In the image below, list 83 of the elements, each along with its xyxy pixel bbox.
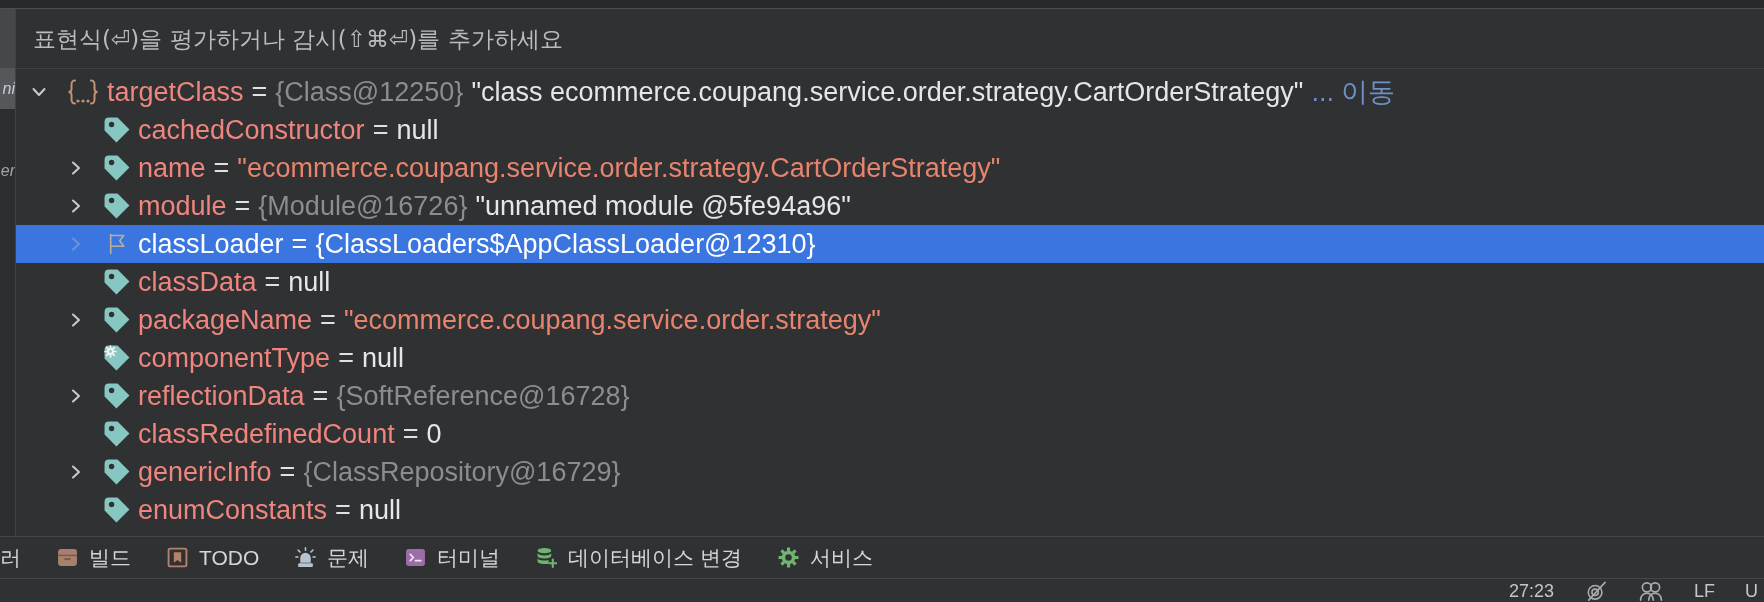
tool-window-button[interactable]: 데이터베이스 변경 (536, 543, 743, 572)
variable-name: packageName (138, 304, 313, 336)
tag-icon (104, 193, 130, 219)
tree-row[interactable]: cachedConstructor = null (16, 111, 1764, 149)
equals-sign: = (234, 190, 251, 222)
terminal-icon (405, 547, 427, 568)
tag-icon (104, 307, 130, 333)
variable-value: 0 (426, 418, 442, 450)
tag-icon (104, 383, 130, 409)
tree-row[interactable]: reflectionData = {SoftReference@16728} (16, 377, 1764, 415)
crossed-target-icon[interactable] (1584, 580, 1608, 601)
tree-row[interactable]: genericInfo = {ClassRepository@16729} (16, 453, 1764, 491)
equals-sign: = (251, 76, 268, 108)
tag-icon (104, 269, 130, 295)
tree-row[interactable]: enumConstants = null (16, 491, 1764, 529)
bookmark-icon (167, 547, 188, 568)
equals-sign: = (264, 266, 281, 298)
object-reference: {SoftReference@16728} (336, 380, 630, 412)
variable-name: targetClass (107, 76, 244, 108)
variable-name: classRedefinedCount (138, 418, 395, 450)
variable-value: null (288, 266, 331, 298)
frame-item[interactable]: ni (0, 68, 15, 109)
tool-window-button[interactable]: 러 (0, 543, 21, 572)
gear-icon (778, 547, 800, 568)
tag-icon (104, 497, 130, 523)
object-reference: {ClassLoaders$AppClassLoader@12310} (315, 228, 816, 260)
variable-name: genericInfo (138, 456, 272, 488)
tool-window-button[interactable]: 문제 (295, 543, 370, 572)
variable-value: null (361, 342, 404, 374)
variable-value: "unnamed module @5fe94a96" (475, 190, 851, 222)
tag-icon (104, 155, 130, 181)
equals-sign: = (279, 456, 296, 488)
variable-value: "class ecommerce.coupang.service.order.strategy.CartOrderStrategy" (471, 76, 1304, 108)
equals-sign: = (338, 342, 354, 374)
tree-row[interactable]: name = "ecommerce.coupang.service.order.strategy.CartOrderStrategy" (16, 149, 1764, 187)
variable-value: null (358, 494, 401, 526)
status-text[interactable]: U (1745, 580, 1758, 601)
variable-name: name (138, 152, 206, 184)
tool-window-button[interactable]: 터미널 (405, 543, 501, 572)
tag-icon (104, 117, 130, 143)
equals-sign: = (291, 228, 308, 260)
tag-icon (104, 421, 130, 447)
braces-icon (67, 79, 99, 105)
tree-row[interactable]: targetClass = {Class@12250} "class ecommerce.coupang.service.order.strategy.CartOrderStrategy" ... 이동 (16, 73, 1764, 111)
variable-name: cachedConstructor (138, 114, 365, 146)
tree-row[interactable]: classRedefinedCount = 0 (16, 415, 1764, 453)
variable-name: enumConstants (138, 494, 328, 526)
tool-window-button[interactable]: 빌드 (57, 543, 131, 572)
tree-row[interactable]: classLoader = {ClassLoaders$AppClassLoader@12310} (16, 225, 1764, 263)
equals-sign: = (335, 494, 351, 526)
tag-icon (104, 459, 130, 485)
variable-name: componentType (138, 342, 331, 374)
object-reference: {ClassRepository@16729} (303, 456, 621, 488)
variable-name: reflectionData (138, 380, 305, 412)
variable-value: null (396, 114, 439, 146)
tree-row[interactable]: classData = null (16, 263, 1764, 301)
equals-sign: = (213, 152, 230, 184)
box-icon (57, 547, 78, 568)
string-value: "ecommerce.coupang.service.order.strategy" (343, 304, 881, 336)
tree-row[interactable]: componentType = null (16, 339, 1764, 377)
object-reference: {Class@12250} (275, 76, 464, 108)
database-icon (536, 547, 558, 568)
tag-gear-icon (104, 345, 130, 371)
string-value: "ecommerce.coupang.service.order.strategy.CartOrderStrategy" (237, 152, 1001, 184)
tool-window-button[interactable]: TODO (167, 545, 260, 570)
navigate-link[interactable]: ... 이동 (1311, 74, 1396, 110)
status-text[interactable]: LF (1694, 580, 1715, 601)
tree-row[interactable]: packageName = "ecommerce.coupang.service.order.strategy" (16, 301, 1764, 339)
equals-sign: = (402, 418, 419, 450)
equals-sign: = (312, 380, 329, 412)
variable-name: module (138, 190, 227, 222)
frame-item[interactable]: er (0, 150, 15, 191)
status-text[interactable]: 27:23 (1508, 580, 1554, 601)
people-icon[interactable] (1638, 580, 1664, 601)
object-reference: {Module@16726} (258, 190, 468, 222)
variable-name: classLoader (138, 228, 284, 260)
equals-sign: = (320, 304, 336, 336)
variable-name: classData (138, 266, 257, 298)
equals-sign: = (372, 114, 389, 146)
flag-icon (108, 233, 126, 255)
beacon-icon (295, 547, 317, 568)
tree-row[interactable]: module = {Module@16726} "unnamed module @5fe94a96" (16, 187, 1764, 225)
tool-window-button[interactable]: 서비스 (778, 543, 874, 572)
